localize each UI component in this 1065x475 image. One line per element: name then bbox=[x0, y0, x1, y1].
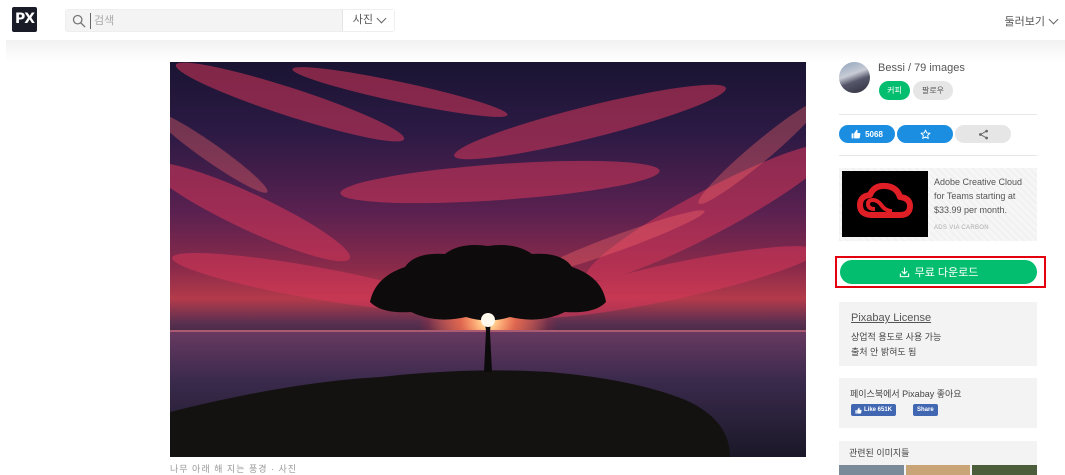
free-download-button[interactable]: 무료 다운로드 bbox=[840, 260, 1037, 284]
main-photo[interactable] bbox=[170, 62, 806, 457]
facebook-like-button[interactable]: Like 651K bbox=[851, 404, 897, 416]
facebook-like-text: 페이스북에서 Pixabay 좋아요 bbox=[850, 389, 962, 399]
download-label: 무료 다운로드 bbox=[914, 267, 979, 279]
header-shadow bbox=[6, 40, 1065, 62]
chevron-down-icon bbox=[376, 13, 387, 24]
search-input[interactable] bbox=[90, 13, 340, 29]
top-navigation-bar: PX 사진 둘러보기 bbox=[0, 0, 1065, 42]
explore-menu[interactable]: 둘러보기 bbox=[1004, 13, 1059, 29]
uploader-card: Bessi / 79 images 커피 팔로우 bbox=[839, 62, 1039, 102]
license-box: Pixabay License 상업적 용도로 사용 가능 출처 안 밝혀도 됨 bbox=[839, 302, 1037, 366]
coffee-button[interactable]: 커피 bbox=[879, 81, 910, 100]
ad-image[interactable] bbox=[842, 171, 928, 237]
license-no-attribution: 출처 안 밝혀도 됨 bbox=[851, 347, 917, 357]
chevron-down-icon bbox=[1048, 14, 1059, 24]
like-count: 5068 bbox=[865, 129, 883, 139]
download-icon bbox=[899, 266, 909, 277]
search-icon[interactable] bbox=[72, 14, 86, 28]
thumbs-up-icon bbox=[851, 129, 861, 139]
related-thumbnail[interactable] bbox=[905, 465, 971, 475]
uploader-name[interactable]: Bessi / 79 images bbox=[878, 62, 965, 74]
explore-label: 둘러보기 bbox=[1004, 16, 1045, 28]
star-icon bbox=[920, 129, 930, 139]
favorite-button[interactable] bbox=[897, 125, 953, 143]
sponsored-ad[interactable]: Adobe Creative Cloud for Teams starting … bbox=[839, 168, 1037, 241]
facebook-like-box: 페이스북에서 Pixabay 좋아요 Like 651K Share bbox=[839, 378, 1037, 428]
creative-cloud-logo-icon bbox=[857, 182, 913, 218]
search-type-label: 사진 bbox=[352, 14, 373, 26]
ad-via-label[interactable]: ADS VIA CARBON bbox=[934, 225, 989, 231]
action-bar: 5068 bbox=[839, 125, 1014, 143]
photo-caption-text: 나무 아래 해 지는 풍경 · 사진 bbox=[170, 464, 298, 474]
facebook-share-label: Share bbox=[917, 407, 934, 413]
avatar[interactable] bbox=[839, 62, 870, 93]
like-button[interactable]: 5068 bbox=[839, 125, 895, 143]
photo-artwork bbox=[170, 62, 806, 457]
search-type-dropdown[interactable]: 사진 bbox=[341, 10, 394, 31]
share-button[interactable] bbox=[955, 125, 1011, 143]
ad-text[interactable]: Adobe Creative Cloud for Teams starting … bbox=[934, 175, 1034, 217]
facebook-like-label: Like 651K bbox=[864, 407, 893, 413]
related-thumbnail[interactable] bbox=[972, 465, 1038, 475]
license-link[interactable]: Pixabay License bbox=[851, 312, 931, 324]
related-images-title: 관련된 이미지들 bbox=[849, 448, 910, 458]
facebook-share-button[interactable]: Share bbox=[913, 404, 938, 416]
related-thumbnails bbox=[839, 465, 1038, 475]
photo-caption: 나무 아래 해 지는 풍경 · 사진 bbox=[170, 459, 806, 475]
facebook-thumbs-up-icon bbox=[855, 406, 862, 414]
license-commercial-use: 상업적 용도로 사용 가능 bbox=[851, 332, 942, 342]
share-icon bbox=[978, 129, 988, 139]
follow-button[interactable]: 팔로우 bbox=[913, 81, 953, 100]
divider bbox=[839, 155, 1037, 156]
pixabay-logo[interactable]: PX bbox=[12, 7, 37, 32]
divider bbox=[839, 114, 1037, 115]
search-bar: 사진 bbox=[65, 9, 395, 32]
related-thumbnail[interactable] bbox=[839, 465, 904, 475]
related-images-section: 관련된 이미지들 bbox=[839, 441, 1038, 475]
